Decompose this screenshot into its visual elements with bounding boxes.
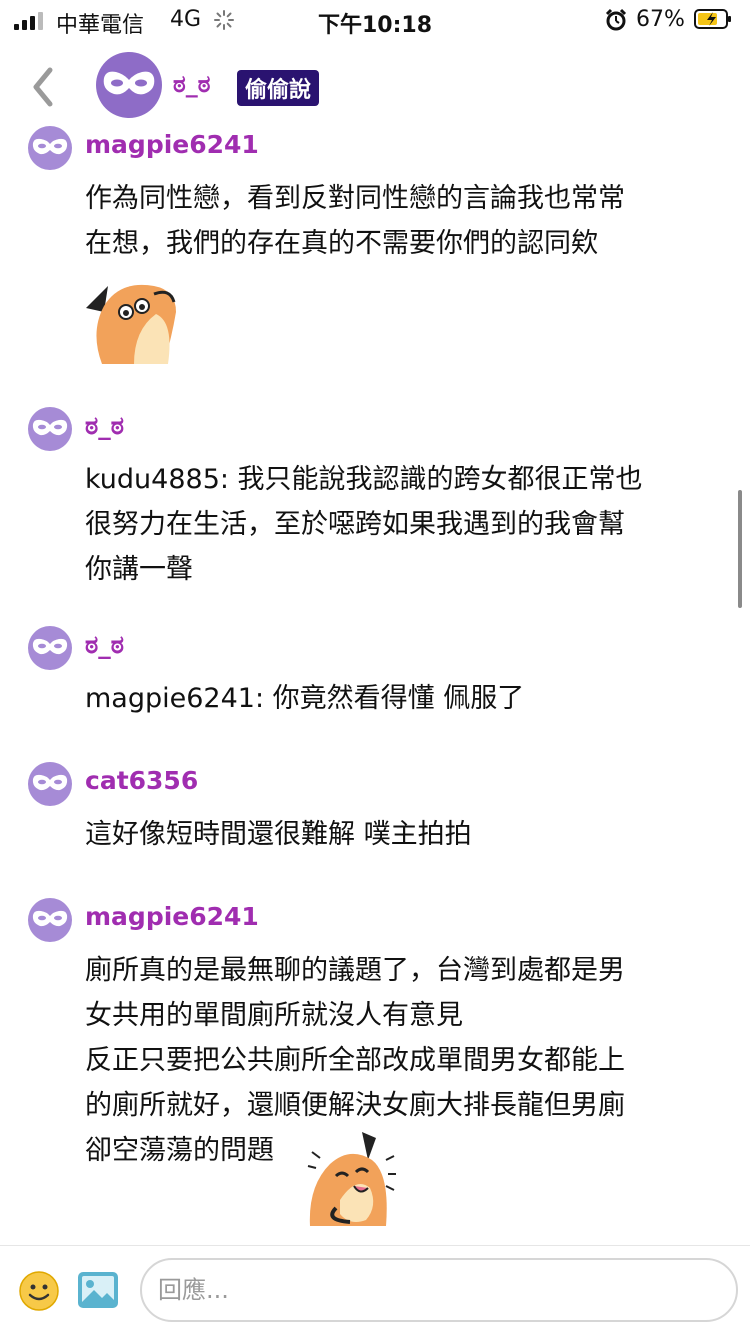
mask-icon — [32, 138, 68, 155]
reply-bar: 回應... — [0, 1245, 750, 1335]
mask-icon — [32, 419, 68, 436]
author-avatar[interactable] — [96, 52, 162, 118]
image-icon — [78, 1272, 118, 1308]
alarm-icon — [604, 8, 628, 38]
comment-text: 作為同性戀，看到反對同性戀的言論我也常常 在想，我們的存在真的不需要你們的認同欸 — [85, 183, 625, 259]
image-button[interactable] — [76, 1270, 120, 1310]
commenter-avatar[interactable] — [28, 407, 72, 451]
commenter-avatar[interactable] — [28, 762, 72, 806]
comment-item: magpie6241 作為同性戀，看到反對同性戀的言論我也常常 在想，我們的存在… — [0, 126, 750, 366]
mask-icon — [103, 71, 155, 95]
comment-text: kudu4885: 我只能說我認識的跨女都很正常也 很努力在生活，至於噁跨如果我… — [85, 464, 643, 585]
comment-text: magpie6241: 你竟然看得懂 佩服了 — [85, 683, 525, 714]
fox-sticker — [84, 272, 180, 364]
commenter-name[interactable]: magpie6241 — [85, 902, 259, 931]
commenter-name[interactable]: magpie6241 — [85, 130, 259, 159]
commenter-name[interactable]: ಠ_ಠ — [85, 630, 124, 660]
chevron-left-icon — [33, 67, 53, 107]
comment-item: ಠ_ಠ magpie6241: 你竟然看得懂 佩服了 — [0, 626, 750, 726]
comment-text: 廁所真的是最無聊的議題了，台灣到處都是男 女共用的單間廁所就沒人有意見 反正只要… — [85, 955, 625, 1166]
anonymous-badge: 偷偷說 — [237, 70, 320, 106]
mask-icon — [32, 910, 68, 927]
thread-header: ಠ_ಠ 偷偷說 — [0, 48, 750, 128]
scrollbar[interactable] — [738, 490, 742, 608]
commenter-avatar[interactable] — [28, 626, 72, 670]
status-bar: 中華電信 4G 下午10:18 67% — [0, 0, 750, 40]
author-name[interactable]: ಠ_ಠ — [173, 70, 210, 98]
commenter-avatar[interactable] — [28, 898, 72, 942]
back-button[interactable] — [28, 64, 58, 110]
reply-input[interactable]: 回應... — [140, 1258, 738, 1322]
fox-laughing-sticker — [306, 1130, 398, 1226]
battery-icon — [694, 9, 732, 29]
commenter-name[interactable]: ಠ_ಠ — [85, 411, 124, 441]
mask-icon — [32, 774, 68, 791]
smiley-icon — [19, 1271, 59, 1311]
commenter-name[interactable]: cat6356 — [85, 766, 198, 795]
mask-icon — [32, 638, 68, 655]
commenter-avatar[interactable] — [28, 126, 72, 170]
battery-percent: 67% — [636, 7, 685, 32]
comment-item: cat6356 這好像短時間還很難解 噗主拍拍 — [0, 762, 750, 862]
comment-item: magpie6241 廁所真的是最無聊的議題了，台灣到處都是男 女共用的單間廁所… — [0, 898, 750, 1228]
comment-item: ಠ_ಠ kudu4885: 我只能說我認識的跨女都很正常也 很努力在生活，至於噁… — [0, 407, 750, 597]
comment-text: 這好像短時間還很難解 噗主拍拍 — [85, 819, 472, 850]
emoji-button[interactable] — [18, 1270, 60, 1312]
